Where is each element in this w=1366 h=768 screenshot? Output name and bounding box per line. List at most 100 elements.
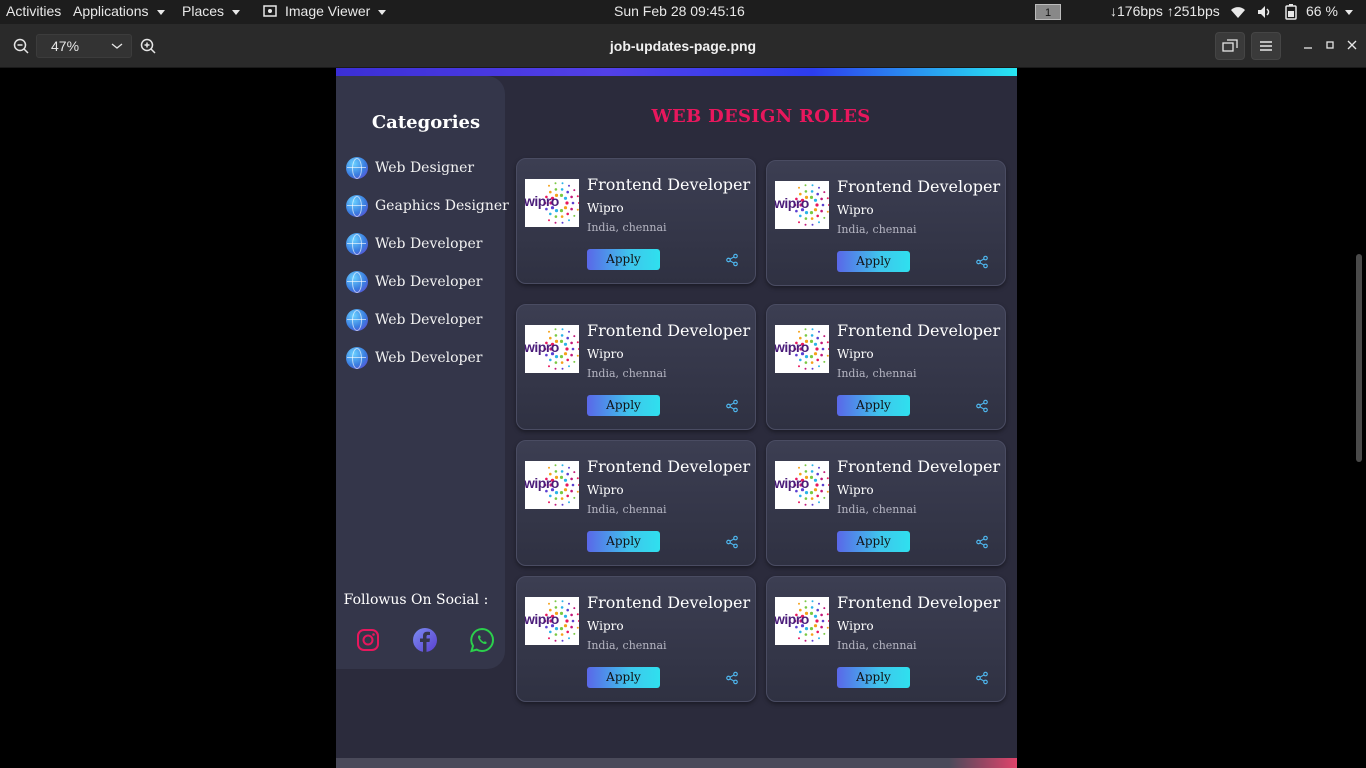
follow-social-label: Followus On Social : bbox=[343, 592, 489, 608]
job-card: wipro Frontend Developer Wipro India, chenn… bbox=[766, 576, 1006, 702]
job-location: India, chennai bbox=[837, 639, 917, 652]
apply-button[interactable]: Apply bbox=[837, 395, 910, 416]
job-title: Frontend Developer bbox=[587, 593, 751, 612]
instagram-link[interactable] bbox=[354, 626, 382, 654]
company-name: Wipro bbox=[587, 619, 624, 633]
job-location: India, chennai bbox=[587, 367, 667, 380]
wipro-logo: wipro bbox=[525, 461, 579, 509]
job-card: wipro Frontend Developer Wipro India, chenn… bbox=[766, 160, 1006, 286]
job-title: Frontend Developer bbox=[837, 177, 1001, 196]
facebook-icon bbox=[413, 628, 437, 652]
logo-wordmark: wipro bbox=[775, 339, 809, 355]
whatsapp-icon bbox=[470, 627, 494, 653]
gallery-icon bbox=[1222, 39, 1238, 52]
share-icon[interactable] bbox=[975, 670, 991, 686]
company-name: Wipro bbox=[587, 201, 624, 215]
places-menu[interactable]: Places bbox=[182, 3, 241, 19]
job-location: India, chennai bbox=[837, 223, 917, 236]
wipro-logo: wipro bbox=[775, 325, 829, 373]
activities-button[interactable]: Activities bbox=[6, 3, 61, 19]
share-icon[interactable] bbox=[725, 670, 741, 686]
footer-strip bbox=[336, 758, 1017, 768]
image-canvas[interactable]: Categories Web Designer Geaphics Designe… bbox=[0, 68, 1366, 768]
logo-wordmark: wipro bbox=[525, 339, 559, 355]
workspace-indicator[interactable]: 1 bbox=[1035, 4, 1061, 20]
window-title: job-updates-page.png bbox=[609, 38, 757, 54]
apply-button[interactable]: Apply bbox=[587, 249, 660, 270]
battery-icon[interactable] bbox=[1284, 4, 1298, 20]
category-item[interactable]: Web Developer bbox=[346, 270, 483, 294]
main-menu-button[interactable] bbox=[1251, 32, 1281, 60]
job-title: Frontend Developer bbox=[837, 457, 1001, 476]
category-label: Web Developer bbox=[375, 312, 483, 328]
wipro-logo: wipro bbox=[775, 597, 829, 645]
chevron-down-icon[interactable] bbox=[1345, 10, 1353, 15]
job-location: India, chennai bbox=[587, 221, 667, 234]
facebook-link[interactable] bbox=[411, 626, 439, 654]
category-label: Geaphics Designer bbox=[375, 198, 509, 214]
job-title: Frontend Developer bbox=[587, 457, 751, 476]
close-icon bbox=[1347, 40, 1357, 50]
globe-icon bbox=[346, 157, 368, 179]
job-location: India, chennai bbox=[837, 503, 917, 516]
category-item[interactable]: Geaphics Designer bbox=[346, 194, 509, 218]
minimize-button[interactable] bbox=[1299, 36, 1317, 54]
wifi-icon[interactable] bbox=[1230, 5, 1246, 19]
job-card: wipro Frontend Developer Wipro India, chenn… bbox=[766, 304, 1006, 430]
wipro-logo: wipro bbox=[525, 597, 579, 645]
share-icon[interactable] bbox=[725, 252, 741, 268]
volume-icon[interactable] bbox=[1257, 5, 1273, 19]
wipro-logo: wipro bbox=[775, 461, 829, 509]
globe-icon bbox=[346, 233, 368, 255]
gallery-button[interactable] bbox=[1215, 32, 1245, 60]
categories-sidebar: Categories Web Designer Geaphics Designe… bbox=[336, 76, 509, 669]
category-item[interactable]: Web Developer bbox=[346, 346, 483, 370]
category-item[interactable]: Web Developer bbox=[346, 232, 483, 256]
company-name: Wipro bbox=[837, 347, 874, 361]
apply-button[interactable]: Apply bbox=[587, 667, 660, 688]
vertical-scrollbar[interactable] bbox=[1356, 254, 1362, 462]
company-name: Wipro bbox=[837, 203, 874, 217]
instagram-icon bbox=[357, 629, 379, 651]
displayed-image: Categories Web Designer Geaphics Designe… bbox=[336, 68, 1017, 768]
battery-percent: 66 % bbox=[1306, 3, 1338, 19]
categories-heading: Categories bbox=[371, 112, 481, 133]
globe-icon bbox=[346, 309, 368, 331]
wipro-logo: wipro bbox=[525, 325, 579, 373]
share-icon[interactable] bbox=[725, 398, 741, 414]
logo-wordmark: wipro bbox=[525, 475, 559, 491]
job-location: India, chennai bbox=[587, 503, 667, 516]
close-button[interactable] bbox=[1343, 36, 1361, 54]
logo-wordmark: wipro bbox=[525, 193, 559, 209]
share-icon[interactable] bbox=[975, 398, 991, 414]
apply-button[interactable]: Apply bbox=[837, 667, 910, 688]
category-label: Web Developer bbox=[375, 236, 483, 252]
apply-button[interactable]: Apply bbox=[587, 395, 660, 416]
apply-button[interactable]: Apply bbox=[837, 251, 910, 272]
job-card: wipro Frontend Developer Wipro India, chenn… bbox=[516, 304, 756, 430]
company-name: Wipro bbox=[587, 347, 624, 361]
chevron-down-icon bbox=[156, 9, 165, 15]
hamburger-icon bbox=[1260, 41, 1272, 51]
app-menu[interactable]: Image Viewer bbox=[263, 3, 387, 19]
system-top-bar: Activities Applications Places Image Vie… bbox=[0, 0, 1366, 24]
job-card: wipro Frontend Developer Wipro India, chenn… bbox=[766, 440, 1006, 566]
applications-menu[interactable]: Applications bbox=[73, 3, 165, 19]
logo-wordmark: wipro bbox=[525, 611, 559, 627]
apply-button[interactable]: Apply bbox=[587, 531, 660, 552]
chevron-down-icon bbox=[378, 9, 387, 15]
globe-icon bbox=[346, 195, 368, 217]
apply-button[interactable]: Apply bbox=[837, 531, 910, 552]
share-icon[interactable] bbox=[975, 254, 991, 270]
category-item[interactable]: Web Designer bbox=[346, 156, 474, 180]
whatsapp-link[interactable] bbox=[468, 626, 496, 654]
clock[interactable]: Sun Feb 28 09:45:16 bbox=[614, 3, 745, 19]
job-location: India, chennai bbox=[587, 639, 667, 652]
viewer-header-bar: 47% job-updates-page.png bbox=[0, 24, 1366, 68]
share-icon[interactable] bbox=[975, 534, 991, 550]
share-icon[interactable] bbox=[725, 534, 741, 550]
maximize-button[interactable] bbox=[1321, 36, 1339, 54]
wipro-logo: wipro bbox=[775, 181, 829, 229]
category-item[interactable]: Web Developer bbox=[346, 308, 483, 332]
category-label: Web Designer bbox=[375, 160, 475, 176]
